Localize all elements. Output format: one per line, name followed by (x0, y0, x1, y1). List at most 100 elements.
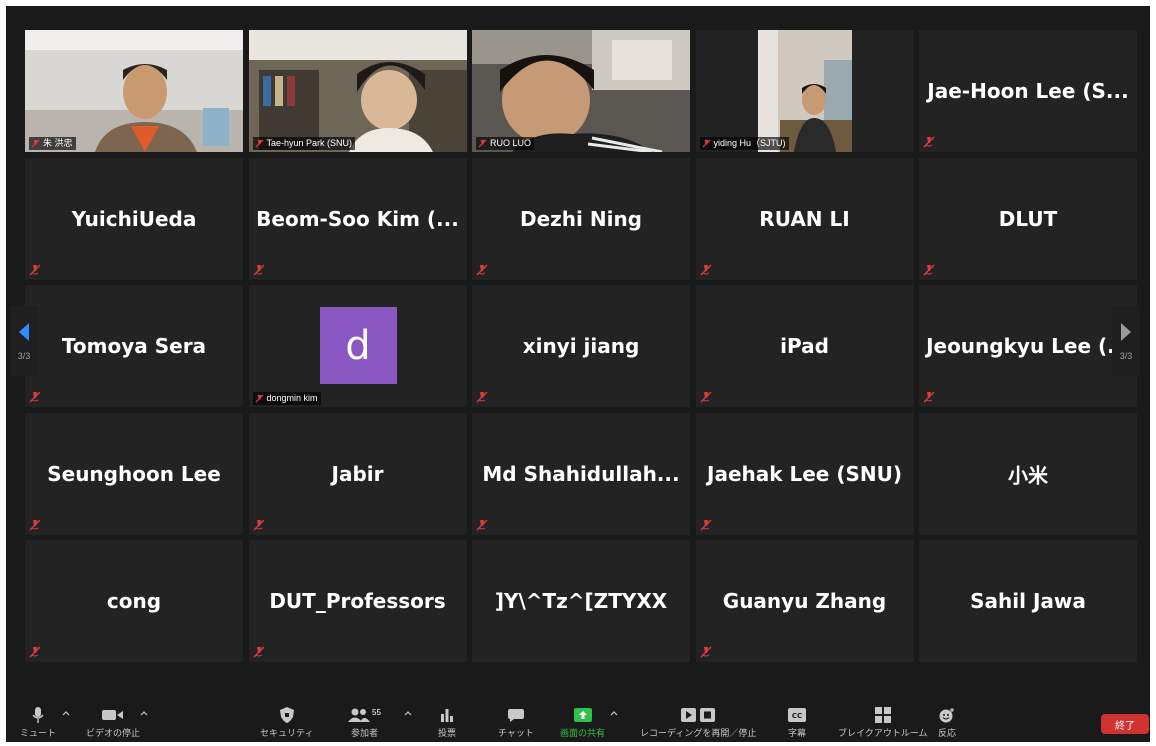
participant-tile[interactable]: yiding Hu（SJTU) (695, 30, 914, 152)
participant-name: Md Shahidullah... (482, 461, 680, 486)
participant-tile[interactable]: Sahil Jawa (919, 540, 1137, 662)
participant-name: Jeoungkyu Lee (... (926, 334, 1130, 358)
participant-name: Tomoya Sera (61, 334, 207, 358)
muted-mic-icon (29, 646, 41, 658)
chevron-right-icon (1121, 323, 1131, 341)
participant-tile[interactable]: Jae-Hoon Lee (S... (919, 30, 1137, 152)
participant-video (695, 30, 914, 152)
participant-tile[interactable]: 朱 洪忠 (25, 30, 243, 152)
muted-mic-icon (254, 394, 264, 403)
muted-mic-icon (253, 646, 264, 658)
participant-tile[interactable]: Guanyu Zhang (695, 540, 914, 662)
participant-tile[interactable]: DLUT (919, 157, 1137, 280)
participant-name: Sahil Jawa (970, 589, 1086, 613)
share-screen-button[interactable]: 画面の共有 (560, 706, 605, 739)
participant-name: RUAN LI (759, 206, 850, 231)
participant-tile[interactable]: RUO LUO (472, 30, 690, 152)
muted-mic-icon (700, 264, 711, 275)
participant-tile[interactable]: cong (25, 540, 243, 662)
participant-name-label: dongmin kim (252, 392, 321, 405)
participant-tile[interactable]: RUAN LI (695, 157, 914, 280)
muted-mic-icon (476, 519, 488, 530)
breakout-rooms-button[interactable]: ブレイクアウトルーム (838, 706, 928, 739)
chevron-left-icon (19, 323, 29, 341)
participant-avatar: d (319, 307, 397, 384)
muted-mic-icon (700, 646, 711, 658)
participant-tile[interactable]: d dongmin kim (248, 285, 467, 407)
participant-name: iPad (780, 334, 829, 358)
previous-page-button[interactable]: 3/3 (10, 306, 38, 376)
participant-name: Jaehak Lee (SNU) (707, 461, 902, 486)
gallery-grid: 朱 洪忠 Tae-hyun Park (SNU) RUO LUO yiding … (25, 30, 1137, 662)
participant-tile[interactable]: Seunghoon Lee (25, 412, 243, 535)
participant-name-label: RUO LUO (476, 137, 535, 150)
participant-tile[interactable]: YuichiUeda (25, 157, 243, 280)
share-options-caret-icon[interactable] (610, 710, 618, 716)
meeting-toolbar: ミュート ビデオの停止 セキュリティ 55 参加者 投票 チャット 画面の共有 … (6, 704, 1150, 742)
participant-name: DUT_Professors (269, 589, 446, 613)
participant-name: DLUT (998, 206, 1058, 231)
muted-mic-icon (476, 391, 488, 403)
participant-tile[interactable]: Md Shahidullah... (472, 412, 690, 535)
participants-options-caret-icon[interactable] (404, 710, 412, 716)
participant-tile[interactable]: 小米 (919, 412, 1137, 535)
muted-mic-icon (701, 139, 711, 148)
muted-mic-icon (923, 391, 935, 403)
participant-video (25, 30, 243, 152)
participant-name-label: Tae-hyun Park (SNU) (252, 137, 356, 150)
participant-tile[interactable]: Jaehak Lee (SNU) (695, 412, 914, 535)
participant-video (248, 30, 467, 152)
participant-name: Guanyu Zhang (722, 589, 887, 613)
microphone-icon (32, 707, 44, 723)
participants-button[interactable]: 55 参加者 (348, 706, 381, 739)
muted-mic-icon (254, 139, 264, 148)
participant-tile[interactable]: Tae-hyun Park (SNU) (248, 30, 467, 152)
participant-name: ]Y\^Tz^[ZTYXX (494, 589, 668, 613)
shield-icon (279, 707, 294, 723)
participant-name: Jabir (331, 461, 384, 486)
participant-tile[interactable]: DUT_Professors (248, 540, 467, 662)
participant-name-label: 朱 洪忠 (29, 137, 76, 150)
captions-button[interactable]: CC 字幕 (788, 706, 806, 739)
closed-captions-icon: CC (788, 708, 806, 722)
participant-tile[interactable]: Beom-Soo Kim (... (248, 157, 467, 280)
end-meeting-button[interactable]: 終了 (1101, 714, 1149, 734)
recording-button[interactable]: レコーディングを再開／停止 (640, 706, 756, 739)
participant-name: Seunghoon Lee (47, 461, 221, 486)
muted-mic-icon (923, 136, 935, 148)
participant-tile[interactable]: iPad (695, 285, 914, 407)
participant-name: xinyi jiang (522, 334, 640, 358)
mute-options-caret-icon[interactable] (62, 710, 70, 716)
participant-name: Jae-Hoon Lee (S... (927, 79, 1129, 103)
bar-chart-icon (441, 709, 453, 722)
video-camera-icon (102, 710, 123, 720)
muted-mic-icon (476, 264, 488, 275)
smiley-face-icon (939, 708, 954, 723)
chat-button[interactable]: チャット (498, 706, 534, 739)
participant-name-label: yiding Hu（SJTU) (699, 137, 789, 150)
participant-tile[interactable]: Jabir (248, 412, 467, 535)
participant-tile[interactable]: Jeoungkyu Lee (... (919, 285, 1137, 407)
stop-video-button[interactable]: ビデオの停止 (86, 706, 140, 739)
muted-mic-icon (253, 264, 264, 275)
next-page-button[interactable]: 3/3 (1112, 306, 1140, 376)
muted-mic-icon (29, 519, 41, 530)
participant-name: 小米 (1008, 463, 1048, 487)
muted-mic-icon (253, 519, 264, 530)
reactions-button[interactable]: 反応 (938, 706, 956, 739)
participant-tile[interactable]: Tomoya Sera (25, 285, 243, 407)
participant-tile[interactable]: Dezhi Ning (472, 157, 690, 280)
participants-icon (348, 708, 370, 722)
muted-mic-icon (29, 391, 41, 403)
participant-tile[interactable]: ]Y\^Tz^[ZTYXX (472, 540, 690, 662)
mute-button[interactable]: ミュート (20, 706, 56, 739)
record-pause-icon (681, 708, 716, 722)
zoom-meeting-window: 朱 洪忠 Tae-hyun Park (SNU) RUO LUO yiding … (6, 6, 1150, 742)
security-button[interactable]: セキュリティ (260, 706, 313, 739)
muted-mic-icon (31, 139, 40, 148)
participant-tile[interactable]: xinyi jiang (472, 285, 690, 407)
breakout-rooms-icon (874, 707, 891, 723)
polls-button[interactable]: 投票 (438, 706, 456, 739)
participant-name: YuichiUeda (71, 206, 197, 231)
video-options-caret-icon[interactable] (140, 710, 148, 716)
